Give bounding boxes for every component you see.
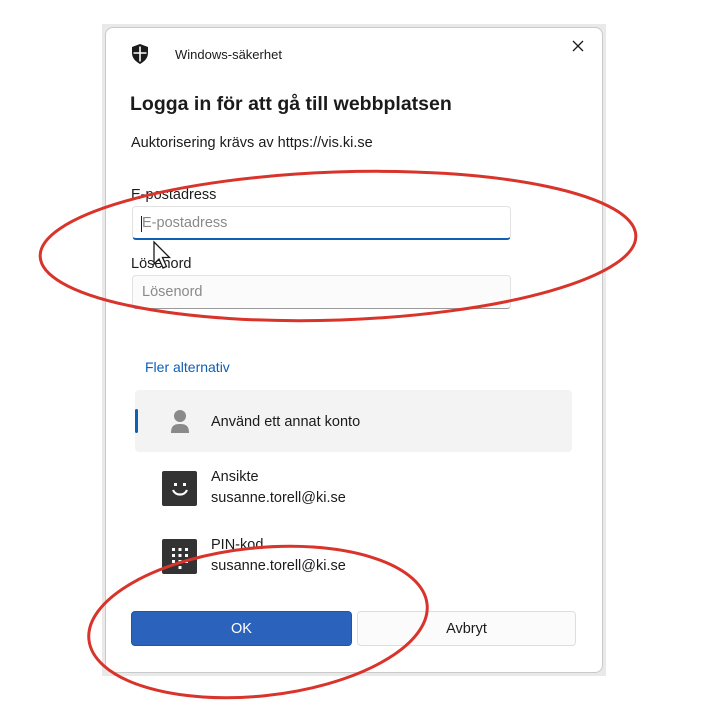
close-button[interactable] [564, 32, 592, 60]
cancel-button[interactable]: Avbryt [357, 611, 576, 646]
email-field[interactable] [132, 206, 511, 240]
shield-icon [131, 44, 149, 64]
password-field[interactable] [132, 275, 511, 309]
face-icon[interactable] [162, 471, 197, 506]
person-icon [170, 409, 190, 435]
app-title: Windows-säkerhet [175, 47, 282, 62]
authorization-text: Auktorisering krävs av https://vis.ki.se [131, 135, 373, 151]
option-pin-account: susanne.torell@ki.se [211, 558, 346, 574]
mouse-pointer-icon [153, 240, 172, 269]
email-label: E-postadress [131, 187, 217, 203]
ok-button[interactable]: OK [131, 611, 352, 646]
page-title: Logga in för att gå till webbplatsen [130, 93, 452, 115]
option-face-account: susanne.torell@ki.se [211, 490, 346, 506]
close-icon [572, 40, 584, 52]
option-face-label[interactable]: Ansikte [211, 469, 259, 485]
more-options-link[interactable]: Fler alternativ [145, 359, 230, 375]
option-other-account-label: Använd ett annat konto [211, 414, 361, 430]
text-caret [141, 216, 142, 232]
option-pin-label[interactable]: PIN-kod [211, 537, 263, 553]
selection-indicator [135, 409, 138, 433]
windows-security-dialog [105, 27, 603, 673]
pin-keypad-icon[interactable] [162, 539, 197, 574]
